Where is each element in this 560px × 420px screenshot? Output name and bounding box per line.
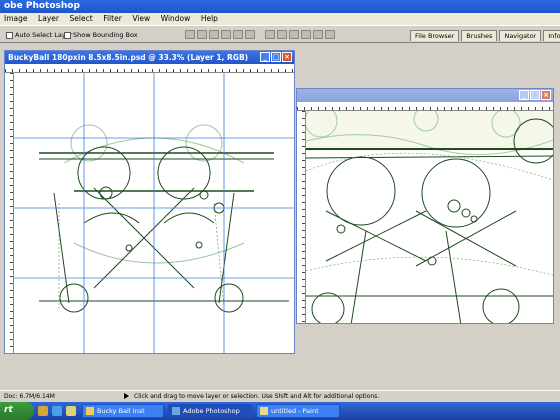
app-title: obe Photoshop [4,1,80,11]
app-title-bar: obe Photoshop [0,0,560,13]
status-bar: Doc: 6.7M/6.14M Click and drag to move l… [0,390,560,401]
maximize-icon[interactable]: □ [530,90,540,100]
menu-bar: Image Layer Select Filter View Window He… [0,13,560,25]
start-button[interactable]: rt [0,402,34,420]
doc-size-info: Doc: 6.7M/6.14M [4,393,55,400]
tab-navigator[interactable]: Navigator [499,30,542,41]
tab-info[interactable]: Info [543,30,560,41]
quicklaunch-desktop-icon[interactable] [66,406,76,416]
taskbar: rt Bucky Ball Inst Adobe Photoshop untit… [0,402,560,420]
pattern-artwork [14,73,294,353]
quicklaunch-ie-icon[interactable] [52,406,62,416]
palette-edge [556,100,560,370]
taskbar-item-label: Bucky Ball Inst [97,407,145,415]
quicklaunch-firefox-icon[interactable] [38,406,48,416]
doc2-title-bar[interactable]: _ □ × [297,89,553,102]
distribute-bottom-icon[interactable] [289,30,299,39]
folder-icon [86,407,94,415]
distribute-right-icon[interactable] [325,30,335,39]
distribute-hcenter-icon[interactable] [313,30,323,39]
pattern-artwork [306,111,553,323]
horizontal-ruler [5,64,294,73]
vertical-ruler [297,111,306,323]
document-window-1[interactable]: BuckyBall 180pxin 8.5x8.5in.psd @ 33.3% … [4,50,295,354]
distribute-vcenter-icon[interactable] [277,30,287,39]
taskbar-item-bucky-ball-inst[interactable]: Bucky Ball Inst [82,404,164,418]
auto-select-layer-checkbox[interactable]: Auto Select Layer [6,31,72,39]
palette-well: File Browser Brushes Navigator Info [410,30,560,41]
maximize-icon[interactable]: □ [271,52,281,62]
close-icon[interactable]: × [282,52,292,62]
align-hcenter-icon[interactable] [233,30,243,39]
bounding-box-label: Show Bounding Box [73,31,138,39]
align-bottom-icon[interactable] [209,30,219,39]
menu-filter[interactable]: Filter [99,13,126,24]
tab-brushes[interactable]: Brushes [461,30,498,41]
vertical-ruler [5,73,14,353]
align-buttons [185,30,335,39]
menu-view[interactable]: View [128,13,154,24]
separator [257,30,263,39]
paint-icon [260,407,268,415]
taskbar-item-photoshop[interactable]: Adobe Photoshop [168,404,252,418]
document-window-2[interactable]: _ □ × [296,88,554,324]
doc1-title-bar[interactable]: BuckyBall 180pxin 8.5x8.5in.psd @ 33.3% … [5,51,294,64]
close-icon[interactable]: × [541,90,551,100]
distribute-left-icon[interactable] [301,30,311,39]
doc2-canvas[interactable] [306,111,553,323]
checkbox-box [64,31,71,39]
align-vcenter-icon[interactable] [197,30,207,39]
horizontal-ruler [297,102,553,111]
tab-file-browser[interactable]: File Browser [410,30,460,41]
minimize-icon[interactable]: _ [519,90,529,100]
doc1-title: BuckyBall 180pxin 8.5x8.5in.psd @ 33.3% … [8,53,249,62]
menu-help[interactable]: Help [197,13,222,24]
status-arrow-icon[interactable] [124,393,130,399]
taskbar-item-label: untitled - Paint [271,407,319,415]
start-label: rt [4,405,13,415]
menu-image[interactable]: Image [0,13,32,24]
checkbox-box [6,31,13,39]
taskbar-item-label: Adobe Photoshop [183,407,240,415]
doc1-canvas[interactable] [14,73,294,353]
taskbar-item-paint[interactable]: untitled - Paint [256,404,340,418]
status-hint: Click and drag to move layer or selectio… [134,393,380,400]
menu-window[interactable]: Window [157,13,195,24]
align-right-icon[interactable] [245,30,255,39]
menu-layer[interactable]: Layer [34,13,63,24]
menu-select[interactable]: Select [66,13,97,24]
photoshop-icon [172,407,180,415]
align-left-icon[interactable] [221,30,231,39]
show-bounding-box-checkbox[interactable]: Show Bounding Box [64,31,138,39]
minimize-icon[interactable]: _ [260,52,270,62]
align-top-icon[interactable] [185,30,195,39]
distribute-top-icon[interactable] [265,30,275,39]
